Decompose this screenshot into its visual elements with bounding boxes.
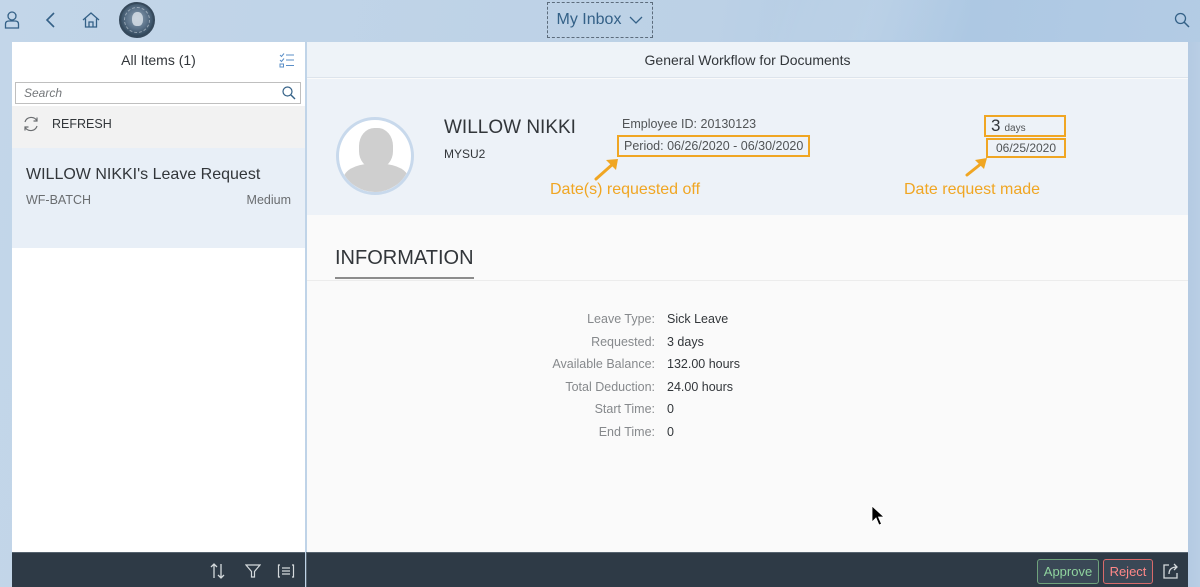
- employee-name: WILLOW NIKKI: [444, 117, 576, 138]
- field-value: 24.00 hours: [667, 379, 734, 394]
- field-label: Available Balance:: [552, 357, 655, 372]
- annotation-arrow-icon: [965, 158, 987, 177]
- field-label: Requested:: [591, 334, 655, 349]
- form-row-start-time: Start Time: 0: [307, 398, 1188, 421]
- home-icon[interactable]: [79, 8, 103, 32]
- search-input[interactable]: [16, 86, 278, 100]
- object-header: WILLOW NIKKI MYSU2 Employee ID: 20130123…: [307, 79, 1188, 215]
- search-icon[interactable]: [278, 83, 300, 103]
- form-row-leave-type: Leave Type: Sick Leave: [307, 308, 1188, 331]
- filter-icon[interactable]: [243, 561, 263, 581]
- days-unit: days: [1004, 123, 1026, 134]
- detail-footer-toolbar: Approve Reject: [306, 552, 1188, 587]
- field-value: 3 days: [667, 334, 704, 349]
- employee-id: Employee ID: 20130123: [622, 117, 757, 131]
- detail-title: General Workflow for Documents: [644, 51, 851, 68]
- days-number: 3: [991, 116, 1001, 135]
- refresh-label: REFRESH: [52, 117, 112, 131]
- annotation-period-note: Date(s) requested off: [550, 181, 701, 198]
- leave-period: Period: 06/26/2020 - 06/30/2020: [617, 135, 811, 157]
- tab-information[interactable]: INFORMATION: [335, 247, 474, 279]
- search-icon[interactable]: [1170, 8, 1194, 32]
- field-value: Sick Leave: [667, 312, 729, 327]
- app-title-menu[interactable]: My Inbox: [547, 2, 653, 38]
- field-label: Total Deduction:: [565, 379, 655, 394]
- field-label: End Time:: [598, 424, 655, 439]
- request-date: 06/25/2020: [986, 138, 1066, 158]
- employee-code: MYSU2: [444, 147, 486, 161]
- field-value: 132.00 hours: [667, 357, 740, 372]
- list-item[interactable]: WILLOW NIKKI's Leave Request WF-BATCH Me…: [12, 148, 305, 248]
- avatar: [336, 117, 414, 195]
- field-label: Leave Type:: [587, 312, 655, 327]
- shell-background-shape: [770, 0, 970, 40]
- annotation-arrow-icon: [594, 159, 618, 181]
- master-list-panel: All Items (1) REFRESH WILLOW NIKKI's Lea…: [12, 42, 305, 552]
- mouse-cursor-icon: [871, 505, 885, 526]
- back-icon[interactable]: [39, 8, 63, 32]
- sort-icon[interactable]: [208, 561, 228, 581]
- search-field[interactable]: [15, 82, 301, 104]
- requested-days: 3 days: [984, 115, 1066, 137]
- detail-panel: General Workflow for Documents WILLOW NI…: [307, 42, 1188, 552]
- refresh-button[interactable]: REFRESH: [12, 106, 305, 148]
- reject-button[interactable]: Reject: [1103, 559, 1153, 584]
- avatar-head: [359, 128, 393, 168]
- field-label: Start Time:: [594, 402, 655, 417]
- state-seal-logo[interactable]: [119, 2, 155, 38]
- group-icon[interactable]: [276, 561, 296, 581]
- detail-title-bar: General Workflow for Documents: [307, 42, 1188, 78]
- list-item-priority: Medium: [246, 193, 291, 207]
- form-row-end-time: End Time: 0: [307, 421, 1188, 444]
- list-item-subtitle: WF-BATCH: [26, 193, 92, 207]
- field-value: 0: [667, 424, 674, 439]
- shell-bar: My Inbox: [0, 0, 1200, 40]
- master-header: All Items (1): [12, 42, 305, 78]
- avatar-body: [343, 164, 409, 192]
- seal-portrait: [132, 12, 143, 26]
- master-footer-toolbar: [12, 552, 305, 587]
- form-row-requested: Requested: 3 days: [307, 331, 1188, 354]
- information-form: Leave Type: Sick Leave Requested: 3 days…: [307, 308, 1188, 443]
- master-title: All Items (1): [121, 52, 196, 68]
- form-row-total-deduction: Total Deduction: 24.00 hours: [307, 376, 1188, 399]
- app-title: My Inbox: [556, 11, 622, 28]
- tab-bar: INFORMATION: [307, 215, 1188, 281]
- right-edge-background: [1188, 42, 1200, 587]
- refresh-icon: [24, 116, 38, 132]
- list-item-title: WILLOW NIKKI's Leave Request: [26, 166, 261, 183]
- annotation-date-note: Date request made: [904, 181, 1041, 198]
- multi-select-icon[interactable]: [279, 52, 295, 68]
- share-icon[interactable]: [1161, 561, 1181, 581]
- approve-button[interactable]: Approve: [1037, 559, 1099, 584]
- chevron-down-icon: [629, 16, 643, 24]
- form-row-available-balance: Available Balance: 132.00 hours: [307, 353, 1188, 376]
- user-icon[interactable]: [0, 8, 24, 32]
- field-value: 0: [667, 402, 674, 417]
